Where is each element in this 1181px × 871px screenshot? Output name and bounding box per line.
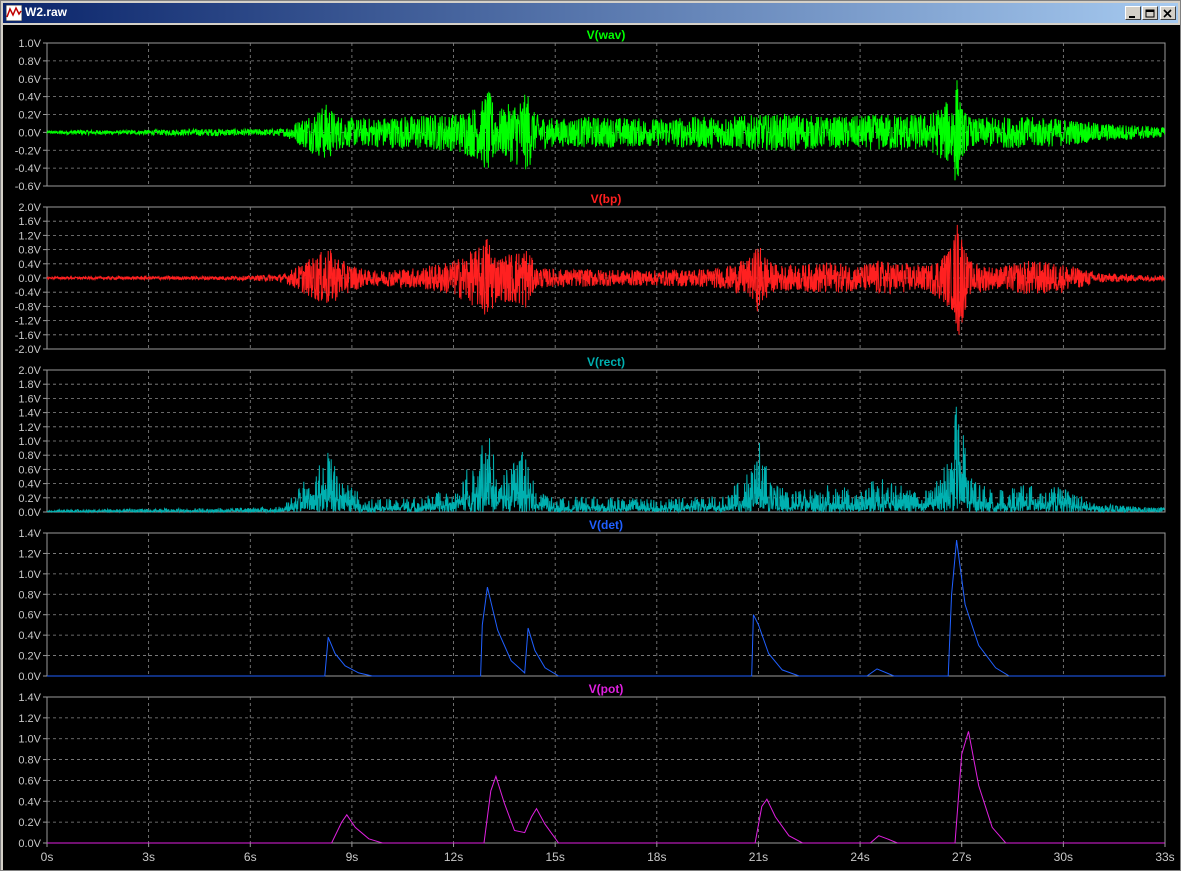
- y-tick-label: 0.2V: [18, 651, 41, 663]
- maximize-button[interactable]: [1142, 6, 1158, 20]
- trace-title: V(wav): [587, 28, 626, 42]
- y-tick-label: -0.4V: [15, 287, 42, 299]
- y-tick-label: 0.0V: [18, 127, 41, 139]
- waveform-app-icon: [6, 5, 22, 21]
- maximize-icon: [1145, 9, 1155, 18]
- x-tick-label: 24s: [850, 850, 869, 864]
- y-tick-label: 1.4V: [18, 528, 41, 540]
- y-tick-label: 0.6V: [18, 775, 41, 787]
- y-tick-label: 0.0V: [18, 507, 41, 519]
- window-title: W2.raw: [25, 5, 68, 19]
- y-tick-label: 2.0V: [18, 365, 41, 377]
- x-tick-label: 30s: [1054, 850, 1073, 864]
- y-tick-label: 1.2V: [18, 713, 41, 725]
- y-tick-label: 1.0V: [18, 436, 41, 448]
- y-tick-label: 0.6V: [18, 610, 41, 622]
- x-tick-label: 18s: [647, 850, 666, 864]
- y-tick-label: 0.0V: [18, 273, 41, 285]
- trace-title: V(rect): [587, 355, 625, 369]
- minimize-button[interactable]: [1125, 6, 1141, 20]
- y-tick-label: 1.2V: [18, 422, 41, 434]
- y-tick-label: 0.4V: [18, 630, 41, 642]
- waveform-plot-area[interactable]: 1.0V 0.8V 0.6V 0.4V 0.2V 0.0V -0.2V -0.4V -0.6V V…: [3, 25, 1180, 870]
- y-tick-label: 0.2V: [18, 817, 41, 829]
- waveform-plots[interactable]: 1.0V 0.8V 0.6V 0.4V 0.2V 0.0V -0.2V -0.4V -0.6V V…: [3, 25, 1180, 870]
- x-tick-label: 27s: [952, 850, 971, 864]
- y-tick-label: 0.0V: [18, 671, 41, 683]
- y-tick-label: 0.8V: [18, 755, 41, 767]
- y-tick-label: 1.8V: [18, 379, 41, 391]
- y-tick-label: 0.0V: [18, 838, 41, 850]
- trace-line: [47, 731, 1165, 844]
- x-tick-label: 12s: [444, 850, 463, 864]
- y-tick-label: 1.4V: [18, 408, 41, 420]
- y-tick-label: -1.2V: [15, 316, 42, 328]
- y-tick-label: -0.4V: [15, 163, 42, 175]
- y-tick-label: 0.8V: [18, 450, 41, 462]
- y-tick-label: 0.4V: [18, 92, 41, 104]
- x-tick-label: 15s: [546, 850, 565, 864]
- close-icon: [1163, 9, 1172, 18]
- y-tick-label: 1.6V: [18, 216, 41, 228]
- plot-frame: [46, 696, 1166, 844]
- y-tick-label: 1.2V: [18, 548, 41, 560]
- x-tick-label: 3s: [142, 850, 155, 864]
- y-tick-label: -0.8V: [15, 301, 42, 313]
- y-tick-label: -0.2V: [15, 145, 42, 157]
- x-tick-label: 21s: [749, 850, 768, 864]
- x-tick-label: 6s: [244, 850, 257, 864]
- y-tick-label: 1.4V: [18, 692, 41, 704]
- y-tick-label: 0.6V: [18, 464, 41, 476]
- y-tick-label: 1.0V: [18, 38, 41, 50]
- trace-line: [46, 224, 1166, 335]
- plot-frame: [46, 532, 1166, 677]
- y-tick-label: -0.6V: [15, 181, 42, 193]
- trace-title: V(pot): [589, 682, 624, 696]
- y-tick-label: 0.4V: [18, 259, 41, 271]
- y-tick-label: 0.4V: [18, 479, 41, 491]
- y-tick-label: 2.0V: [18, 202, 41, 214]
- close-button[interactable]: [1160, 6, 1176, 20]
- plot-window: W2.raw 1.0V 0.8V 0.6V 0.4V 0.2V 0.0V -0.2V -0.4…: [0, 0, 1181, 871]
- trace-line: [46, 80, 1166, 181]
- minimize-icon: [1129, 16, 1135, 18]
- y-tick-label: 0.8V: [18, 589, 41, 601]
- y-tick-label: 1.0V: [18, 734, 41, 746]
- y-tick-label: 0.2V: [18, 110, 41, 122]
- y-tick-label: 0.8V: [18, 245, 41, 257]
- title-bar[interactable]: W2.raw: [3, 3, 1178, 23]
- trace-title: V(bp): [591, 192, 622, 206]
- y-tick-label: -2.0V: [15, 344, 42, 356]
- y-tick-label: 1.0V: [18, 569, 41, 581]
- x-tick-label: 9s: [346, 850, 359, 864]
- trace-line: [46, 406, 1165, 514]
- x-tick-label: 0s: [41, 850, 54, 864]
- y-tick-label: 0.6V: [18, 74, 41, 86]
- x-tick-label: 33s: [1155, 850, 1174, 864]
- y-tick-label: 1.6V: [18, 393, 41, 405]
- y-tick-label: 0.8V: [18, 56, 41, 68]
- y-tick-label: 0.2V: [18, 493, 41, 505]
- y-tick-label: -1.6V: [15, 330, 42, 342]
- y-tick-label: 0.4V: [18, 796, 41, 808]
- trace-title: V(det): [589, 518, 623, 532]
- y-tick-label: 1.2V: [18, 230, 41, 242]
